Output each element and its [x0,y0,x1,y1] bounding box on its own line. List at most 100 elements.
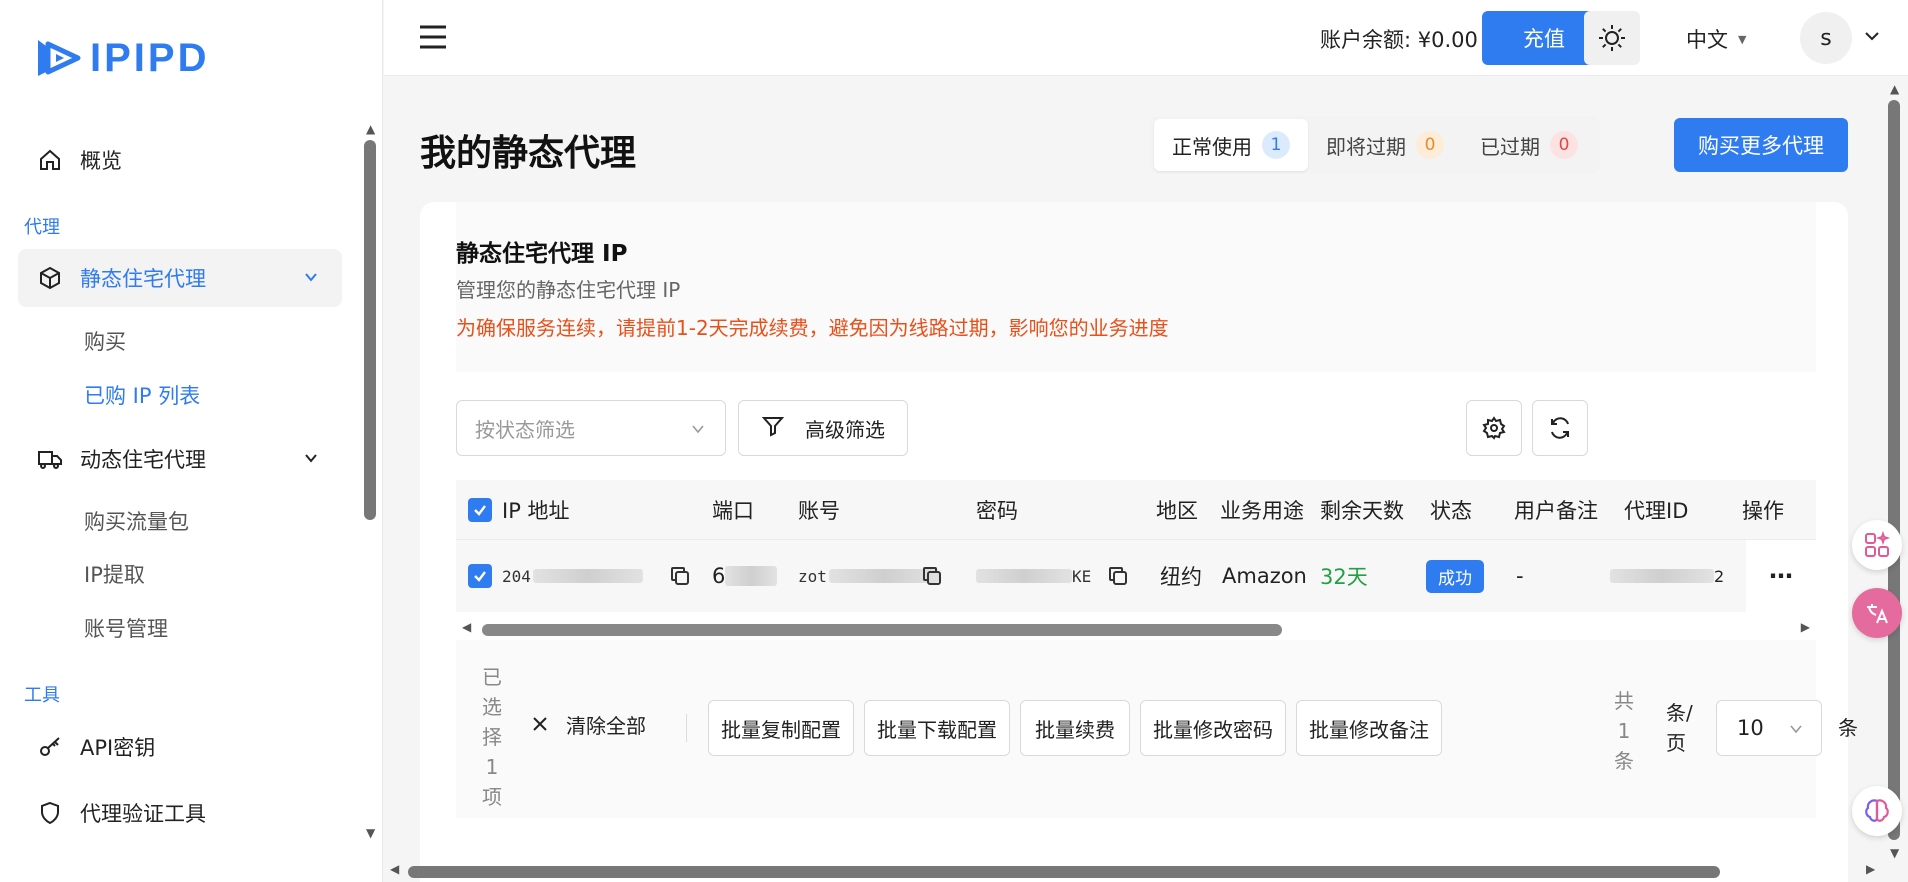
count-badge: 1 [1262,131,1290,159]
hamburger-menu-icon[interactable] [418,24,448,54]
advanced-filter-label: 高级筛选 [805,417,885,442]
tab-expired[interactable]: 已过期 0 [1462,119,1596,171]
column-header[interactable]: 业务用途 [1220,480,1304,540]
scroll-left-arrow-icon[interactable]: ◀ [390,862,399,876]
more-actions-icon[interactable]: ⋯ [1746,540,1816,612]
scroll-left-arrow-icon[interactable]: ◀ [462,620,471,634]
main-horizontal-scrollbar[interactable] [408,866,1720,878]
settings-button[interactable] [1466,400,1522,456]
clear-all-button[interactable]: 清除全部 [532,710,646,739]
sidebar-item-static-residential[interactable]: 静态住宅代理 [18,249,342,307]
count-badge: 0 [1416,131,1444,159]
column-header[interactable]: 用户备注 [1514,480,1598,540]
page-size-select[interactable]: 10 [1716,700,1822,756]
column-header: 操作 [1742,499,1784,523]
copy-ip-icon[interactable] [668,540,692,612]
sidebar-item-label: 动态住宅代理 [80,448,206,472]
scroll-up-arrow-icon[interactable]: ▲ [366,122,375,136]
sidebar-item-dynamic-residential[interactable]: 动态住宅代理 [18,430,342,488]
column-header[interactable]: 代理ID [1624,480,1688,540]
chevron-down-icon [302,267,320,291]
scroll-up-arrow-icon[interactable]: ▲ [1890,82,1899,96]
column-header[interactable]: 账号 [798,480,840,540]
port-cell: 6 [712,540,778,612]
caret-down-icon: ▼ [1738,32,1747,46]
scroll-down-arrow-icon[interactable]: ▼ [366,826,375,840]
page-title: 我的静态代理 [420,133,637,174]
sidebar-item-account-management[interactable]: 账号管理 [84,613,168,643]
box-icon [36,264,64,292]
column-header[interactable]: 端口 [712,480,754,540]
card-subtitle: 管理您的静态住宅代理 IP [456,278,681,302]
tab-label: 正常使用 [1172,134,1252,159]
shield-icon [36,799,64,827]
bulk-edit-note-button[interactable]: 批量修改备注 [1296,700,1442,756]
scroll-right-arrow-icon[interactable]: ▶ [1866,862,1875,876]
column-header[interactable]: 地区 [1156,480,1198,540]
sidebar-item-buy-traffic[interactable]: 购买流量包 [84,506,189,536]
sidebar-section-tools: 工具 [24,685,60,706]
chevron-down-icon[interactable] [1862,26,1882,50]
filter-icon [761,414,785,443]
bulk-action-bar: 已 选 择 1 项 清除全部 批量复制配置 批量下载配置 批量续费 批量修改密码… [456,640,1858,818]
column-header[interactable]: 密码 [976,480,1018,540]
column-header[interactable]: 状态 [1430,480,1472,540]
scroll-down-arrow-icon[interactable]: ▼ [1890,846,1899,860]
sidebar-scrollbar[interactable] [364,140,376,520]
main-vertical-scrollbar[interactable] [1888,100,1900,840]
scroll-thumb[interactable] [482,624,1282,636]
sidebar-item-ip-extract[interactable]: IP提取 [84,559,145,589]
ai-assistant-icon[interactable] [1852,520,1902,570]
filter-placeholder: 按状态筛选 [475,417,575,442]
gear-icon [1482,416,1506,440]
divider [686,714,687,742]
logo-icon [38,40,81,76]
bulk-download-config-button[interactable]: 批量下载配置 [864,700,1010,756]
select-all-checkbox[interactable] [468,480,492,540]
sidebar-item-buy[interactable]: 购买 [84,326,126,356]
sidebar-item-label: 代理验证工具 [80,802,206,826]
advanced-filter-button[interactable]: 高级筛选 [738,400,908,456]
count-badge: 0 [1550,131,1578,159]
bulk-copy-config-button[interactable]: 批量复制配置 [708,700,854,756]
copy-account-icon[interactable] [920,540,944,612]
renewal-warning: 为确保服务连续，请提前1-2天完成续费，避免因为线路过期，影响您的业务进度 [456,316,1169,340]
sidebar-item-proxy-checker[interactable]: 代理验证工具 [18,784,342,842]
brain-icon[interactable] [1852,786,1902,836]
avatar[interactable]: s [1800,12,1852,64]
table-horizontal-scrollbar[interactable]: ◀ ▶ [456,620,1816,640]
sidebar-section-proxy: 代理 [24,217,60,238]
status-filter-select[interactable]: 按状态筛选 [456,400,726,456]
buy-more-proxies-button[interactable]: 购买更多代理 [1674,118,1848,172]
refresh-icon [1551,417,1569,439]
brand-name: IPIPD [90,35,210,80]
row-checkbox[interactable] [468,540,492,612]
refresh-button[interactable] [1532,400,1588,456]
bulk-renew-button[interactable]: 批量续费 [1020,700,1130,756]
close-icon [532,713,548,737]
sidebar-item-purchased-ip-list[interactable]: 已购 IP 列表 [84,380,200,410]
copy-password-icon[interactable] [1106,540,1130,612]
chevron-down-icon [689,419,707,443]
table-header: IP 地址 端口 账号 密码 地区 业务用途 剩余天数 状态 用户备注 代理ID… [456,480,1816,540]
tab-active[interactable]: 正常使用 1 [1154,119,1308,171]
scroll-right-arrow-icon[interactable]: ▶ [1801,620,1810,634]
per-page-label: 条/ 页 [1666,701,1693,755]
total-count: 共 1 条 [1614,689,1634,773]
region-cell: 纽约 [1160,565,1202,589]
sidebar-item-overview[interactable]: 概览 [18,131,342,189]
language-selector[interactable]: 中文 ▼ [1686,24,1746,54]
top-bar: 账户余额: ¥0.00 充值 [384,0,1908,76]
chevron-down-icon [302,448,320,472]
sidebar-item-label: 概览 [80,149,122,173]
brand-logo[interactable]: IPIPD [34,34,209,82]
tab-expiring-soon[interactable]: 即将过期 0 [1308,119,1462,171]
sidebar-item-api-key[interactable]: API密钥 [18,718,342,776]
translate-icon[interactable] [1852,588,1902,638]
user-note-cell: - [1516,564,1524,588]
bulk-change-password-button[interactable]: 批量修改密码 [1140,700,1286,756]
column-header[interactable]: 剩余天数 [1320,480,1404,540]
column-header[interactable]: IP 地址 [502,480,570,540]
theme-toggle-button[interactable] [1584,11,1640,65]
table-row[interactable]: 204 6 zot KE 纽约 Amazon 32天 成功 - 2 ⋯ [456,540,1816,612]
